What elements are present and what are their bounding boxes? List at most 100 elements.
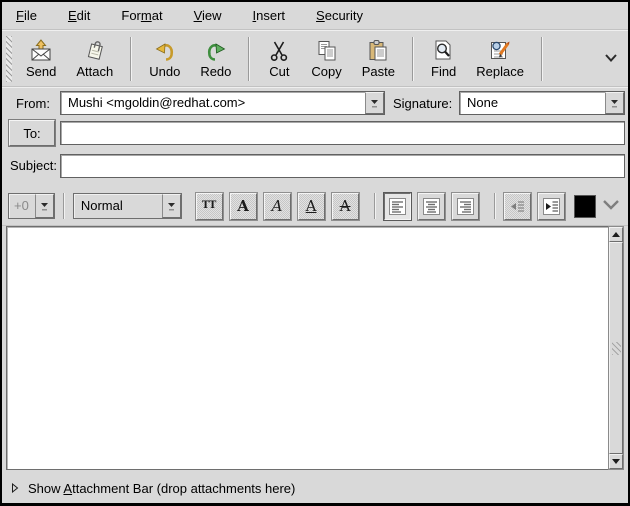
copy-icon: [315, 39, 339, 63]
find-icon: [432, 39, 456, 63]
find-label: Find: [431, 64, 456, 79]
menu-file[interactable]: File: [14, 6, 39, 25]
text-color-swatch[interactable]: [574, 195, 596, 218]
menu-security-label: Security: [316, 8, 363, 23]
to-button[interactable]: To:: [9, 120, 55, 146]
signature-combo-arrow-button[interactable]: [605, 92, 624, 114]
menu-view[interactable]: View: [192, 6, 224, 25]
format-separator: [63, 193, 65, 219]
toolbar-separator: [130, 37, 132, 81]
menu-format[interactable]: Format: [119, 6, 164, 25]
toolbar-drag-handle[interactable]: [6, 36, 12, 82]
redo-button[interactable]: Redo: [190, 36, 241, 82]
typewriter-toggle-button[interactable]: TT: [196, 193, 223, 220]
subject-label: Subject:: [10, 158, 57, 173]
chevron-down-icon: [604, 53, 618, 63]
main-toolbar: Send Attach Undo: [2, 31, 628, 87]
typewriter-icon: TT: [202, 201, 217, 211]
attachment-bar-expander[interactable]: Show Attachment Bar (drop attachments he…: [2, 473, 628, 503]
dropdown-arrow-icon: [609, 98, 620, 109]
message-body-area: [6, 226, 624, 470]
redo-icon: [204, 39, 228, 63]
format-separator: [374, 193, 376, 219]
scrollbar-grip-icon: [612, 342, 621, 355]
strikethrough-toggle-button[interactable]: A: [332, 193, 359, 220]
bold-icon: A: [237, 199, 249, 214]
replace-icon: [488, 39, 512, 63]
menu-bar: File Edit Format View Insert Security: [2, 2, 628, 30]
send-label: Send: [26, 64, 56, 79]
redo-label: Redo: [200, 64, 231, 79]
paste-label: Paste: [362, 64, 395, 79]
strikethrough-icon: A: [340, 199, 351, 214]
paste-button[interactable]: Paste: [352, 36, 405, 82]
paragraph-style-combo[interactable]: Normal: [73, 193, 182, 219]
message-body-editor[interactable]: [6, 226, 608, 470]
to-input[interactable]: [60, 121, 625, 145]
align-center-button[interactable]: [418, 193, 445, 220]
align-center-icon: [422, 197, 441, 216]
menu-format-label: Format: [121, 8, 162, 23]
copy-label: Copy: [311, 64, 341, 79]
toolbar-separator: [248, 37, 250, 81]
toolbar-separator: [541, 37, 543, 81]
replace-button[interactable]: Replace: [466, 36, 534, 82]
font-size-combo[interactable]: +0: [8, 193, 55, 219]
menu-view-label: View: [194, 8, 222, 23]
dropdown-arrow-icon: [39, 201, 50, 212]
menu-edit-label: Edit: [68, 8, 90, 23]
underline-icon: A: [306, 199, 317, 214]
replace-label: Replace: [476, 64, 524, 79]
scrollbar-thumb[interactable]: [609, 242, 623, 454]
unindent-button[interactable]: [504, 193, 531, 220]
attach-button[interactable]: Attach: [66, 36, 123, 82]
send-icon: [29, 39, 53, 63]
dropdown-arrow-icon: [369, 98, 380, 109]
paste-icon: [366, 39, 390, 63]
mail-composer-window: File Edit Format View Insert Security Se…: [0, 0, 630, 506]
attach-label: Attach: [76, 64, 113, 79]
italic-toggle-button[interactable]: A: [264, 193, 291, 220]
underline-toggle-button[interactable]: A: [298, 193, 325, 220]
scrollbar-up-button[interactable]: [609, 227, 623, 242]
from-combo[interactable]: Mushi <mgoldin@redhat.com>: [60, 91, 385, 115]
toolbar-separator: [412, 37, 414, 81]
cut-icon: [267, 39, 291, 63]
undo-icon: [153, 39, 177, 63]
toolbar-overflow-button[interactable]: [600, 47, 622, 70]
undo-button[interactable]: Undo: [139, 36, 190, 82]
italic-icon: A: [272, 199, 283, 214]
menu-insert-label: Insert: [253, 8, 286, 23]
cut-label: Cut: [269, 64, 289, 79]
font-size-arrow-button[interactable]: [35, 194, 54, 218]
from-label: From:: [16, 96, 50, 111]
menu-security[interactable]: Security: [314, 6, 365, 25]
menu-edit[interactable]: Edit: [66, 6, 92, 25]
from-combo-arrow-button[interactable]: [365, 92, 384, 114]
align-right-button[interactable]: [452, 193, 479, 220]
signature-combo-value: None: [460, 92, 605, 114]
send-button[interactable]: Send: [16, 36, 66, 82]
format-separator: [494, 193, 496, 219]
header-fields: From: Mushi <mgoldin@redhat.com> Signatu…: [2, 88, 628, 186]
copy-button[interactable]: Copy: [301, 36, 351, 82]
subject-input[interactable]: [60, 154, 625, 178]
indent-icon: [542, 197, 561, 216]
format-overflow-button[interactable]: [602, 199, 620, 214]
vertical-scrollbar[interactable]: [608, 226, 624, 470]
bold-toggle-button[interactable]: A: [230, 193, 257, 220]
indent-button[interactable]: [538, 193, 565, 220]
scrollbar-down-button[interactable]: [609, 454, 623, 469]
paragraph-style-value: Normal: [74, 194, 162, 218]
menu-insert[interactable]: Insert: [251, 6, 288, 25]
dropdown-arrow-icon: [166, 201, 177, 212]
cut-button[interactable]: Cut: [257, 36, 301, 82]
font-size-value: +0: [9, 194, 35, 218]
align-left-button[interactable]: [384, 193, 411, 220]
attachment-bar-label: Show Attachment Bar (drop attachments he…: [28, 481, 295, 496]
find-button[interactable]: Find: [421, 36, 466, 82]
signature-label: Signature:: [393, 96, 452, 111]
signature-combo[interactable]: None: [459, 91, 625, 115]
paragraph-style-arrow-button[interactable]: [162, 194, 181, 218]
triangle-right-icon: [11, 483, 19, 493]
